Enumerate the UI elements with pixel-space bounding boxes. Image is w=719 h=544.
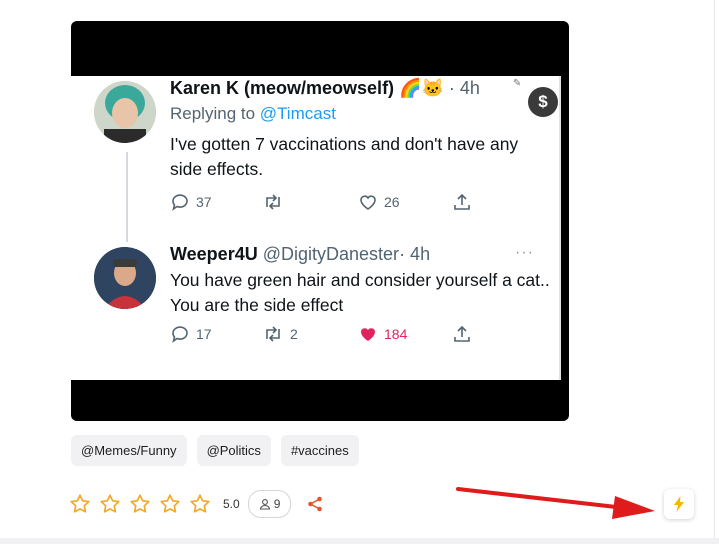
tweet2-reply-count: 17 (196, 326, 212, 342)
tweet2-retweet: 2 (262, 324, 298, 344)
tweet2-time: · 4h (399, 244, 431, 264)
tag-politics[interactable]: @Politics (196, 435, 271, 466)
tweet-screenshot: Karen K (meow/meowself) 🌈🐱 · 4h ✎ $ Repl… (71, 76, 559, 380)
tweet1-time: · 4h (448, 78, 480, 98)
replying-prefix: Replying to (170, 104, 256, 123)
star-icon-3[interactable] (129, 493, 151, 515)
heart-icon (360, 195, 376, 210)
more-options-icon: ··· (515, 244, 534, 261)
tweet1-actions: 37 26 (170, 192, 490, 214)
tweet2-header: Weeper4U @DigityDanester· 4h (170, 244, 430, 265)
retweet-icon (266, 326, 280, 342)
tweet2-like-count: 184 (384, 326, 408, 342)
post-image[interactable]: Karen K (meow/meowself) 🌈🐱 · 4h ✎ $ Repl… (71, 21, 569, 421)
replying-handle: @Timcast (259, 104, 336, 123)
tweet2-display-name: Weeper4U (170, 244, 258, 264)
tag-list: @Memes/Funny @Politics #vaccines (71, 435, 359, 466)
tweet1-reply: 37 (170, 192, 212, 212)
tweet2-text: You have green hair and consider yoursel… (170, 270, 550, 315)
tweet2-handle: @DigityDanester (262, 244, 400, 264)
tweet1-like: 26 (358, 192, 400, 212)
tweet2-like: 184 (358, 324, 407, 344)
star-icon-5[interactable] (189, 493, 211, 515)
tweet2-share (452, 324, 472, 344)
image-edge-strip (559, 76, 561, 380)
lightning-bolt-icon (674, 496, 684, 512)
star-icon-4[interactable] (159, 493, 181, 515)
thread-connector-line (126, 152, 128, 242)
tweet1-emojis: 🌈🐱 (399, 78, 444, 98)
page-right-border (714, 0, 715, 544)
upload-icon (454, 193, 470, 210)
boost-button[interactable] (664, 489, 694, 519)
user-icon (259, 499, 270, 510)
share-icon[interactable] (307, 496, 323, 512)
money-bag-icon: $ (528, 87, 558, 117)
tweet1-like-count: 26 (384, 194, 400, 210)
tag-memes-funny[interactable]: @Memes/Funny (71, 435, 187, 466)
rating-value: 5.0 (223, 497, 240, 511)
tweet1-header: Karen K (meow/meowself) 🌈🐱 · 4h (170, 78, 480, 99)
star-icon-1[interactable] (69, 493, 91, 515)
tweet1-text: I've gotten 7 vaccinations and don't hav… (170, 134, 519, 179)
tweet1-reply-count: 37 (196, 194, 212, 210)
rating-bar: 5.0 9 (69, 490, 323, 518)
tweet1-retweet (262, 192, 284, 212)
upload-icon (454, 325, 470, 342)
avatar-weeper (94, 247, 156, 309)
voters-button[interactable]: 9 (247, 490, 292, 518)
reply-icon (172, 194, 188, 211)
next-post-divider (0, 538, 719, 544)
avatar-karen (94, 81, 156, 143)
annotation-arrow (456, 487, 655, 519)
tweet1-display-name: Karen K (meow/meowself) (170, 78, 395, 98)
tweet1-replying-to: Replying to @Timcast (170, 104, 336, 124)
tweet2-reply: 17 (170, 324, 212, 344)
tweet1-share (452, 192, 472, 212)
heart-filled-icon (361, 328, 375, 341)
voters-count: 9 (273, 497, 281, 511)
corner-doodle: ✎ (513, 78, 522, 89)
star-icon-2[interactable] (99, 493, 121, 515)
reply-icon (172, 326, 188, 343)
retweet-icon (266, 194, 280, 210)
tag-vaccines[interactable]: #vaccines (280, 435, 359, 466)
tweet2-retweet-count: 2 (290, 326, 298, 342)
tweet2-actions: 17 2 184 (170, 324, 490, 346)
